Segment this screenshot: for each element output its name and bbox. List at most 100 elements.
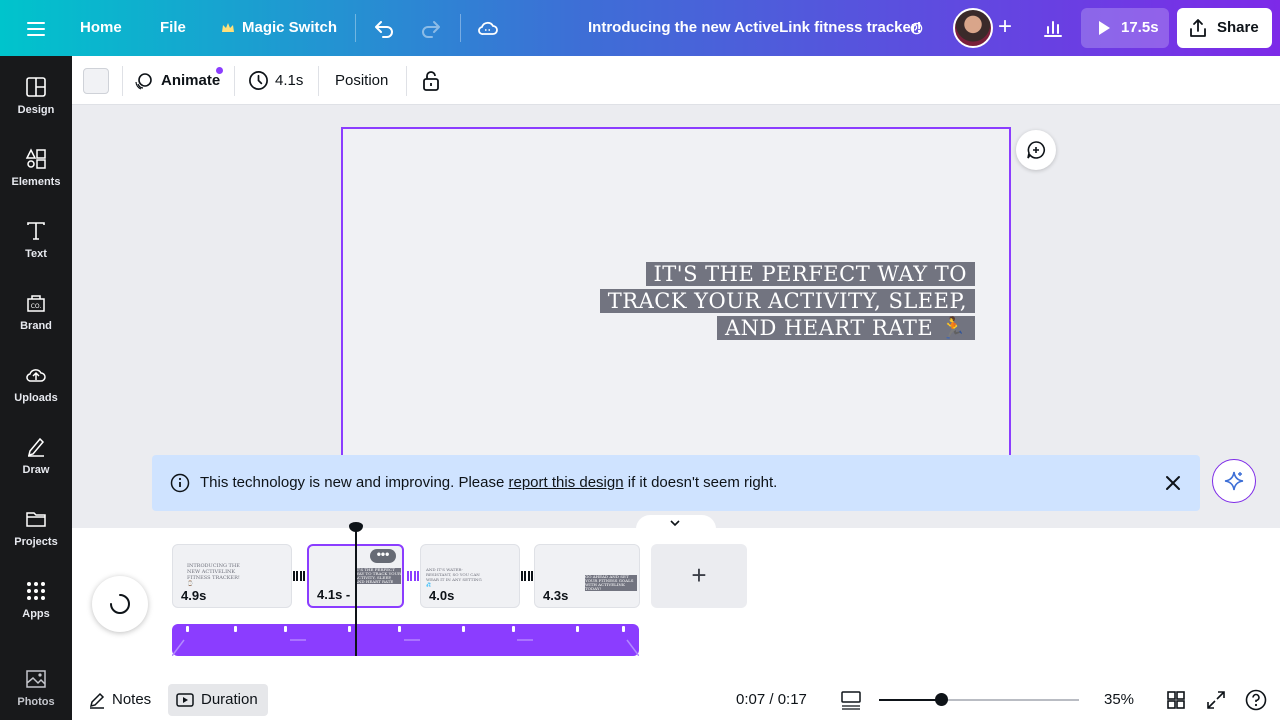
uploads-icon (26, 369, 46, 382)
sidebar-item-elements[interactable]: Elements (0, 140, 72, 204)
notification-dot (216, 67, 223, 74)
close-icon[interactable] (1164, 474, 1182, 492)
thumbnail-text: AND IT'S WATER-RESISTANT, SO YOU CAN WEA… (426, 567, 482, 587)
photos-icon (26, 670, 46, 688)
canvas-text-line: IT'S THE PERFECT WAY TO (645, 262, 975, 286)
elements-icon (25, 148, 46, 169)
add-comment-button[interactable] (1016, 130, 1056, 170)
sidebar-item-brand[interactable]: CO. Brand (0, 284, 72, 348)
background-color-swatch[interactable] (83, 68, 109, 94)
report-design-link[interactable]: report this design (509, 474, 624, 491)
info-icon (170, 473, 190, 493)
divider (318, 66, 319, 96)
thumbnail-text: IT'S THE PERFECT WAY TO TRACK YOUR ACTIV… (355, 567, 401, 584)
divider (234, 66, 235, 96)
page-thumbnail-1[interactable]: INTRODUCING THE NEW ACTIVELINK FITNESS T… (172, 544, 292, 608)
insights-button[interactable] (1033, 8, 1073, 48)
clock-icon (910, 22, 923, 35)
notes-button[interactable]: Notes (112, 691, 151, 708)
sidebar-item-label: Uploads (14, 392, 58, 404)
sidebar-item-label: Photos (17, 696, 55, 708)
sidebar-item-label: Design (17, 104, 55, 116)
duration-toggle-button[interactable]: Duration (168, 684, 268, 716)
play-duration: 17.5s (1121, 19, 1159, 36)
divider (406, 66, 407, 96)
thumbnail-text: INTRODUCING THE NEW ACTIVELINK FITNESS T… (187, 563, 240, 587)
svg-text:CO.: CO. (31, 303, 42, 310)
page-thumbnail-3[interactable]: AND IT'S WATER-RESISTANT, SO YOU CAN WEA… (420, 544, 520, 608)
canvas-textbox[interactable]: IT'S THE PERFECT WAY TO TRACK YOUR ACTIV… (599, 261, 975, 342)
audio-track[interactable] (172, 624, 639, 656)
animate-icon (135, 73, 152, 90)
page-duration-button[interactable]: 4.1s (275, 56, 303, 105)
folder-icon (26, 512, 46, 527)
notice-banner: This technology is new and improving. Pl… (152, 455, 1200, 511)
canvas-text-line: AND HEART RATE 🏃 (717, 316, 975, 340)
notice-text: This technology is new and improving. Pl… (200, 474, 509, 491)
sidebar-item-text[interactable]: Text (0, 212, 72, 276)
home-button[interactable]: Home (80, 0, 122, 56)
invite-plus-icon[interactable]: + (993, 15, 1017, 40)
page-thumbnail-4[interactable]: GO AHEAD AND SET YOUR FITNESS GOALS WITH… (534, 544, 640, 608)
apps-icon (27, 582, 45, 600)
grid-view-icon[interactable] (1167, 691, 1185, 709)
sidebar-item-label: Draw (22, 464, 50, 476)
transition-icon[interactable] (292, 568, 306, 584)
animate-button[interactable]: Animate (161, 56, 220, 105)
position-button[interactable]: Position (335, 56, 388, 105)
comment-plus-icon (1027, 141, 1045, 159)
page-duration: 4.1s - (317, 587, 351, 602)
share-button[interactable]: Share (1177, 8, 1272, 48)
canvas-page[interactable]: IT'S THE PERFECT WAY TO TRACK YOUR ACTIV… (341, 127, 1011, 467)
cloud-save-icon[interactable] (476, 16, 500, 40)
notice-text: if it doesn't seem right. (623, 474, 778, 491)
present-play-button[interactable]: 17.5s (1081, 8, 1169, 48)
zoom-slider-fill (879, 699, 941, 701)
sidebar-item-label: Text (25, 248, 47, 260)
page-view-icon[interactable] (840, 689, 862, 711)
sidebar-item-apps[interactable]: Apps (0, 572, 72, 636)
fullscreen-icon[interactable] (1207, 691, 1225, 709)
help-icon[interactable] (1245, 689, 1267, 711)
spinner-icon (110, 594, 130, 614)
page-duration: 4.3s (543, 588, 569, 603)
page-duration: 4.9s (181, 588, 207, 603)
sidebar-item-design[interactable]: Design (0, 68, 72, 132)
sidebar-item-projects[interactable]: Projects (0, 500, 72, 564)
notice-message: This technology is new and improving. Pl… (200, 455, 777, 511)
design-title[interactable]: Introducing the new ActiveLink fitness t… (588, 0, 922, 56)
context-toolbar: Animate 4.1s Position (72, 56, 1280, 105)
more-options-button[interactable]: ••• (370, 548, 396, 563)
share-icon (1190, 19, 1206, 37)
share-label: Share (1217, 19, 1259, 36)
text-icon (27, 222, 45, 240)
zoom-level[interactable]: 35% (1104, 691, 1134, 708)
magic-assistant-button[interactable] (1212, 459, 1256, 503)
redo-icon[interactable] (419, 16, 443, 40)
sidebar-item-draw[interactable]: Draw (0, 428, 72, 492)
sidebar-item-label: Elements (11, 176, 61, 188)
collapse-timeline-tab[interactable] (636, 515, 716, 529)
lock-icon[interactable] (422, 70, 440, 92)
undo-icon[interactable] (372, 16, 396, 40)
sidebar: Design Elements Text CO. Brand Uploads D… (0, 56, 72, 720)
design-icon (26, 77, 46, 97)
loading-spinner (92, 576, 148, 632)
file-menu-button[interactable]: File (160, 0, 186, 56)
transition-icon[interactable] (520, 568, 534, 584)
magic-switch-button[interactable]: Magic Switch (242, 0, 337, 56)
top-bar: Home File Magic Switch Introducing the n… (0, 0, 1280, 56)
timer-icon (249, 71, 268, 90)
zoom-slider-handle[interactable] (935, 693, 948, 706)
crown-icon (222, 23, 234, 32)
sidebar-item-photos[interactable]: Photos (0, 660, 72, 720)
sidebar-item-uploads[interactable]: Uploads (0, 356, 72, 420)
thumbnail-text: GO AHEAD AND SET YOUR FITNESS GOALS WITH… (585, 575, 637, 591)
menu-icon[interactable] (24, 18, 48, 38)
transition-icon[interactable] (406, 568, 420, 584)
add-page-button[interactable]: + (651, 544, 747, 608)
chevron-down-icon (670, 520, 680, 527)
playback-time: 0:07 / 0:17 (736, 691, 807, 708)
avatar[interactable] (953, 8, 993, 48)
playhead[interactable] (355, 528, 357, 656)
